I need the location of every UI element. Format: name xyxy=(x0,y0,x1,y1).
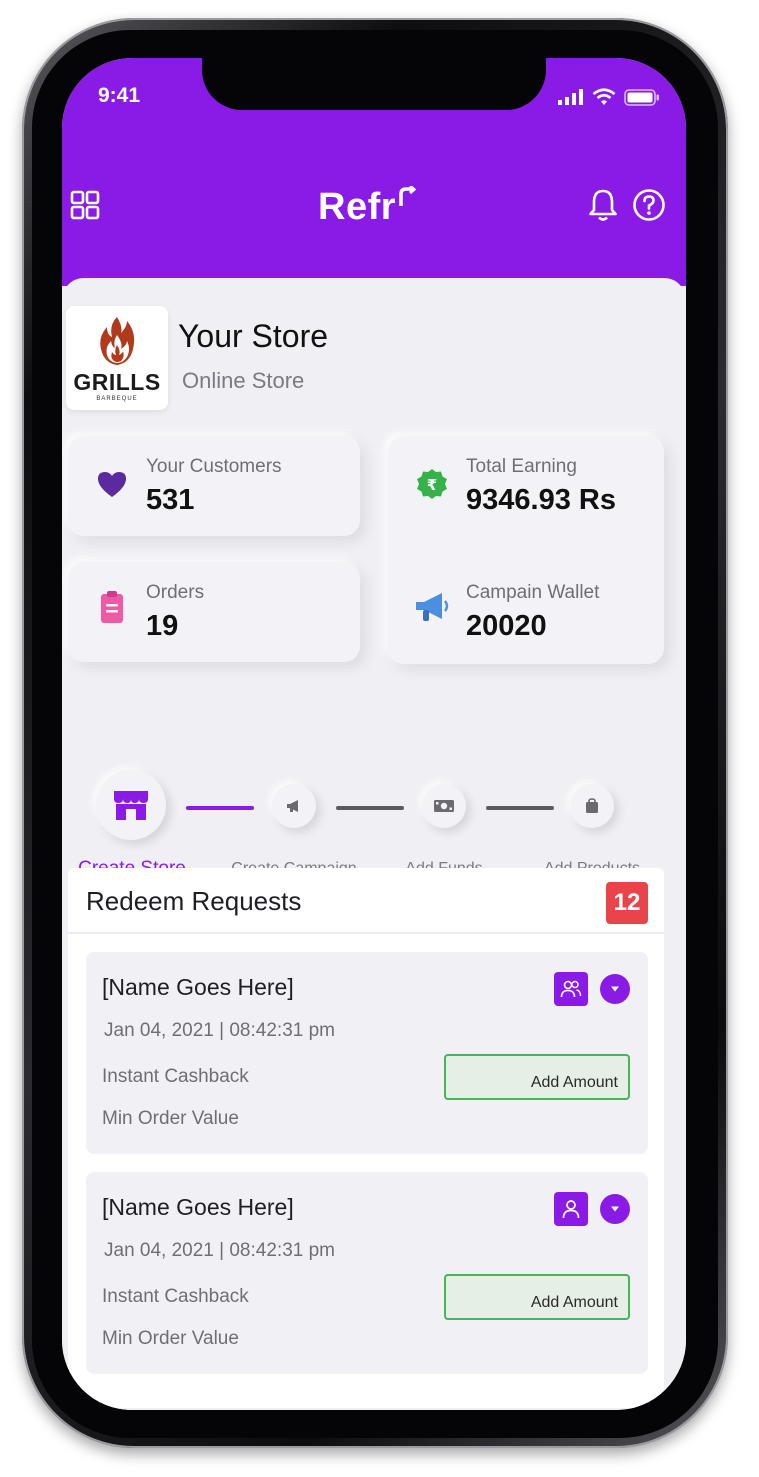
stat-value: 19 xyxy=(146,610,179,642)
megaphone-icon xyxy=(287,800,298,812)
megaphone-icon xyxy=(416,593,449,621)
signal-icon xyxy=(558,89,583,105)
expand-button[interactable] xyxy=(600,1194,630,1224)
chevron-down-icon xyxy=(611,986,619,992)
user-icon xyxy=(562,1200,580,1219)
chevron-down-icon xyxy=(611,1206,619,1212)
step-connector xyxy=(186,806,254,810)
stat-card-earnings[interactable]: ₹ Total Earning 9346.93 Rs Campain Walle… xyxy=(388,436,664,664)
content-panel: GRILLS BARBEQUE Your Store Online Store … xyxy=(62,278,686,1410)
svg-text:₹: ₹ xyxy=(427,476,437,494)
store-logo-text: GRILLS xyxy=(73,368,161,395)
clipboard-icon xyxy=(101,591,123,623)
stat-card-orders[interactable]: Orders 19 xyxy=(68,562,360,662)
store-name: Your Store xyxy=(178,318,329,354)
store-icon xyxy=(114,791,148,820)
redeem-requests-panel: Redeem Requests 12 [Name Goes Here] Jan … xyxy=(68,868,664,1408)
stat-value: 9346.93 Rs xyxy=(466,484,616,516)
wifi-icon xyxy=(592,88,616,105)
cash-icon xyxy=(434,800,454,812)
flame-icon xyxy=(100,316,135,365)
phone-notch xyxy=(202,58,546,110)
status-icons xyxy=(558,88,660,106)
stat-value: 531 xyxy=(146,484,195,516)
stat-label: Orders xyxy=(146,582,205,603)
store-logo-subtext: BARBEQUE xyxy=(96,395,138,402)
redeem-request-card[interactable]: [Name Goes Here] Jan 04, 2021 | 08:42:31… xyxy=(86,1172,648,1374)
step-add-funds[interactable] xyxy=(422,784,466,828)
heart-icon xyxy=(98,472,126,497)
step-connector xyxy=(336,806,404,810)
step-create-store[interactable] xyxy=(96,770,166,840)
grid-icon[interactable] xyxy=(70,190,100,220)
request-name: [Name Goes Here] xyxy=(102,1194,294,1220)
brand-logo: Refr xyxy=(318,184,417,229)
stat-label: Campain Wallet xyxy=(466,582,600,603)
request-name: [Name Goes Here] xyxy=(102,974,294,1000)
brand-name: Refr xyxy=(318,186,397,228)
user-button[interactable] xyxy=(554,1192,588,1226)
expand-button[interactable] xyxy=(600,974,630,1004)
store-logo: GRILLS BARBEQUE xyxy=(66,306,168,410)
step-connector xyxy=(486,806,554,810)
request-cashback-label: Instant Cashback xyxy=(102,1286,249,1307)
users-button[interactable] xyxy=(554,972,588,1006)
store-type: Online Store xyxy=(182,368,305,393)
add-amount-button[interactable]: Add Amount xyxy=(444,1274,630,1320)
stat-card-customers[interactable]: Your Customers 531 xyxy=(68,436,360,536)
request-cashback-label: Instant Cashback xyxy=(102,1066,249,1087)
add-amount-button[interactable]: Add Amount xyxy=(444,1054,630,1100)
stat-label: Total Earning xyxy=(466,456,577,477)
step-add-products[interactable] xyxy=(570,784,614,828)
rupee-badge-icon: ₹ xyxy=(417,469,447,499)
redeem-request-card[interactable]: [Name Goes Here] Jan 04, 2021 | 08:42:31… xyxy=(86,952,648,1154)
request-datetime: Jan 04, 2021 | 08:42:31 pm xyxy=(104,1240,335,1261)
phone-screen: 9:41 Refr GRILLS BARBEQUE Your Store Onl… xyxy=(62,58,686,1410)
redeem-count-badge: 12 xyxy=(606,882,648,924)
bell-icon[interactable] xyxy=(588,188,618,222)
redeem-title: Redeem Requests xyxy=(86,886,302,916)
request-min-order-label: Min Order Value xyxy=(102,1328,239,1349)
redeem-header: Redeem Requests 12 xyxy=(68,868,664,934)
battery-icon xyxy=(624,88,659,106)
users-icon xyxy=(560,980,582,998)
brand-mark-icon xyxy=(399,184,417,206)
bag-icon xyxy=(586,798,598,813)
request-min-order-label: Min Order Value xyxy=(102,1108,239,1129)
status-time: 9:41 xyxy=(98,84,141,107)
help-icon[interactable] xyxy=(632,188,666,222)
step-create-campaign[interactable] xyxy=(272,784,316,828)
request-datetime: Jan 04, 2021 | 08:42:31 pm xyxy=(104,1020,335,1041)
stat-label: Your Customers xyxy=(146,456,282,477)
stat-value: 20020 xyxy=(466,610,547,642)
